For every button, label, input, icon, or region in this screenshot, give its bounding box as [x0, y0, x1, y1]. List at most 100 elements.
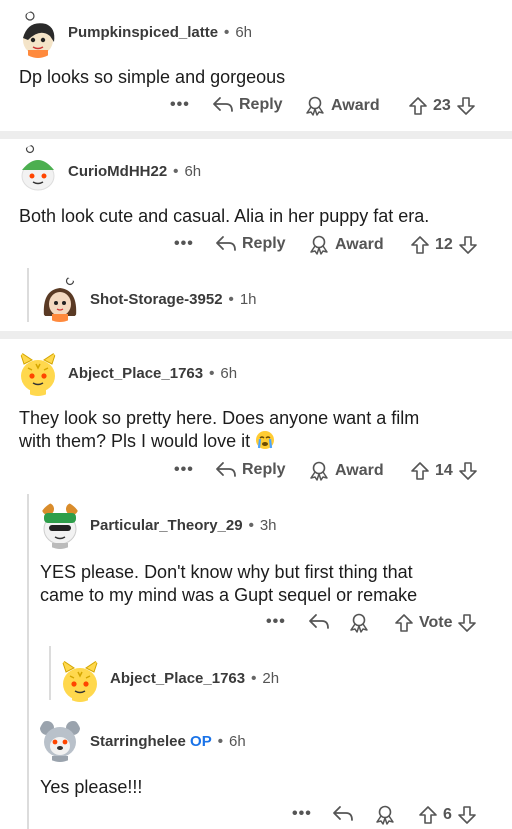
separator: • — [209, 365, 215, 382]
award-button[interactable] — [348, 613, 370, 633]
avatar[interactable] — [58, 654, 102, 702]
username-text[interactable]: CurioMdHH22 — [68, 163, 167, 180]
award-icon — [310, 461, 328, 481]
reply-icon — [216, 236, 236, 251]
comment-username[interactable]: Starringhelee OP • 6h — [90, 733, 246, 750]
comment-body: Both look cute and casual. Alia in her p… — [19, 205, 504, 228]
vote-controls: 14 — [410, 461, 478, 481]
comment-body: Dp looks so simple and gorgeous — [19, 66, 499, 89]
award-button[interactable]: Award — [308, 235, 384, 255]
avatar-image — [23, 11, 55, 58]
comment-body: YES please. Don't know why but first thi… — [40, 561, 505, 607]
op-badge: OP — [190, 733, 212, 750]
upvote-icon[interactable] — [410, 235, 430, 255]
comment-username[interactable]: Pumpkinspiced_latte • 6h — [68, 24, 252, 41]
reply-button[interactable]: Reply — [215, 461, 286, 479]
username-text[interactable]: Abject_Place_1763 — [110, 670, 245, 687]
more-options-button[interactable]: ••• — [174, 235, 194, 253]
reply-icon — [333, 806, 353, 821]
comment-divider — [0, 331, 512, 339]
comment-time: 6h — [229, 733, 246, 750]
vote-count: 12 — [435, 236, 453, 253]
crying-face-emoji-icon — [256, 431, 275, 449]
downvote-icon[interactable] — [457, 613, 477, 633]
vote-controls: 23 — [408, 96, 476, 116]
comment-username[interactable]: Abject_Place_1763 • 6h — [68, 365, 237, 382]
avatar-image — [42, 503, 78, 549]
award-button[interactable] — [374, 805, 396, 825]
downvote-icon[interactable] — [457, 805, 477, 825]
reply-label: Reply — [242, 235, 286, 252]
award-button[interactable]: Award — [308, 461, 384, 481]
downvote-icon[interactable] — [456, 96, 476, 116]
comment-text: Both look cute and casual. Alia in her p… — [19, 206, 430, 226]
award-label: Award — [335, 462, 384, 479]
comment-username[interactable]: Abject_Place_1763 • 2h — [110, 670, 279, 687]
upvote-icon[interactable] — [410, 461, 430, 481]
comment-text: Yes please!!! — [40, 777, 143, 797]
comment-username[interactable]: Shot-Storage-3952 • 1h — [90, 291, 257, 308]
reply-button[interactable]: Reply — [212, 96, 283, 114]
avatar[interactable] — [38, 714, 82, 762]
separator: • — [228, 291, 234, 308]
vote-label: Vote — [419, 614, 453, 631]
reply-button[interactable] — [308, 613, 330, 631]
avatar-image — [61, 658, 99, 702]
vote-count: 14 — [435, 462, 453, 479]
vote-controls: 6 — [418, 805, 477, 825]
username-text[interactable]: Shot-Storage-3952 — [90, 291, 223, 308]
reply-button[interactable]: Reply — [215, 235, 286, 253]
username-text[interactable]: Starringhelee — [90, 733, 186, 750]
downvote-icon[interactable] — [458, 235, 478, 255]
reply-label: Reply — [242, 461, 286, 478]
comment-time: 2h — [262, 670, 280, 687]
thread-line[interactable] — [27, 494, 29, 829]
vote-controls: Vote — [394, 613, 477, 633]
username-text[interactable]: Abject_Place_1763 — [68, 365, 203, 382]
vote-count: 6 — [443, 806, 452, 823]
upvote-icon[interactable] — [418, 805, 438, 825]
reply-icon — [213, 97, 233, 112]
comment-text-line: came to my mind was a Gupt sequel or rem… — [40, 585, 418, 605]
comment-username[interactable]: CurioMdHH22 • 6h — [68, 163, 201, 180]
avatar-image — [43, 276, 77, 322]
separator: • — [173, 163, 179, 180]
upvote-icon[interactable] — [408, 96, 428, 116]
award-icon — [350, 613, 368, 633]
comment-time: 6h — [235, 24, 252, 41]
upvote-icon[interactable] — [394, 613, 414, 633]
comment-time: 3h — [259, 517, 277, 534]
avatar-image — [19, 350, 57, 396]
comment-text-line: They look so pretty here. Does anyone wa… — [19, 408, 420, 428]
separator: • — [224, 24, 230, 41]
comment-username[interactable]: Particular_Theory_29 • 3h — [90, 517, 277, 534]
vote-controls: 12 — [410, 235, 478, 255]
reply-label: Reply — [239, 96, 283, 113]
comment-text-line: with them? Pls I would love it — [19, 430, 504, 453]
comment-time: 6h — [220, 365, 238, 382]
separator: • — [248, 517, 254, 534]
award-icon — [376, 805, 394, 825]
reply-button[interactable] — [332, 805, 354, 823]
avatar[interactable] — [16, 144, 60, 192]
username-text[interactable]: Particular_Theory_29 — [90, 517, 243, 534]
thread-line[interactable] — [27, 268, 29, 322]
award-label: Award — [331, 97, 380, 114]
more-options-button[interactable]: ••• — [174, 461, 194, 479]
comment-body: Yes please!!! — [40, 776, 505, 799]
more-options-button[interactable]: ••• — [292, 805, 312, 823]
more-options-button[interactable]: ••• — [170, 96, 190, 114]
downvote-icon[interactable] — [458, 461, 478, 481]
username-text[interactable]: Pumpkinspiced_latte — [68, 24, 218, 41]
avatar[interactable] — [16, 10, 60, 58]
avatar[interactable] — [38, 276, 82, 322]
avatar-image — [40, 721, 80, 762]
thread-line[interactable] — [49, 646, 51, 700]
award-button[interactable]: Award — [304, 96, 380, 116]
award-icon — [306, 96, 324, 116]
comment-time: 1h — [239, 291, 257, 308]
avatar[interactable] — [38, 501, 82, 549]
reply-icon — [309, 614, 329, 629]
avatar[interactable] — [16, 346, 60, 396]
more-options-button[interactable]: ••• — [266, 613, 286, 631]
